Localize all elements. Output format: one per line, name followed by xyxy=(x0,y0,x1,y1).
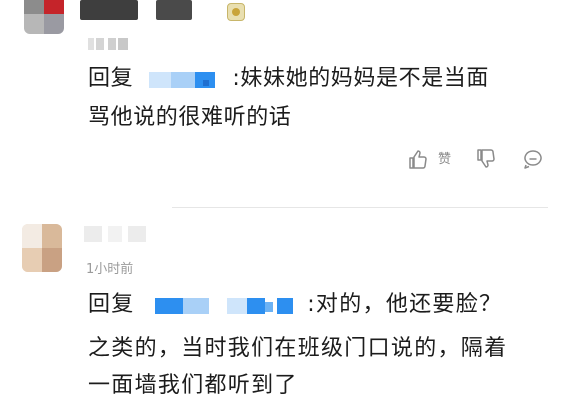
comment-actions: 赞 xyxy=(408,148,548,172)
username-mosaic[interactable] xyxy=(80,0,138,20)
divider xyxy=(172,207,548,208)
timestamp: 1小时前 xyxy=(86,262,134,277)
username-mosaic[interactable] xyxy=(84,226,146,246)
username-mosaic[interactable] xyxy=(156,0,192,20)
badge-icon xyxy=(227,3,245,21)
comment-text: 回复 :对的，他还要脸？ xyxy=(88,289,502,321)
timestamp-mosaic xyxy=(88,36,134,50)
reply-prefix: 回复 xyxy=(88,292,135,317)
thumbs-up-icon[interactable] xyxy=(408,148,428,172)
mention-mosaic[interactable] xyxy=(143,294,299,314)
mention-mosaic[interactable] xyxy=(141,68,225,88)
avatar[interactable] xyxy=(24,0,64,34)
thumbs-down-icon[interactable] xyxy=(476,148,496,172)
reply-prefix: 回复 xyxy=(88,66,134,91)
comment-body-continued: 一面墙我们都听到了 xyxy=(88,373,298,398)
comment-body-continued: 之类的，当时我们在班级门口说的，隔着 xyxy=(88,336,508,361)
comment-body: :妹妹她的妈妈是不是当面 xyxy=(232,66,490,91)
comment-body-continued: 骂他说的很难听的话 xyxy=(88,105,292,130)
comment-body: :对的，他还要脸？ xyxy=(307,292,503,317)
comment-text: 回复 :妹妹她的妈妈是不是当面 xyxy=(88,63,489,95)
comment-bubble-icon[interactable] xyxy=(522,148,544,172)
avatar[interactable] xyxy=(22,224,62,272)
like-label[interactable]: 赞 xyxy=(438,148,451,172)
